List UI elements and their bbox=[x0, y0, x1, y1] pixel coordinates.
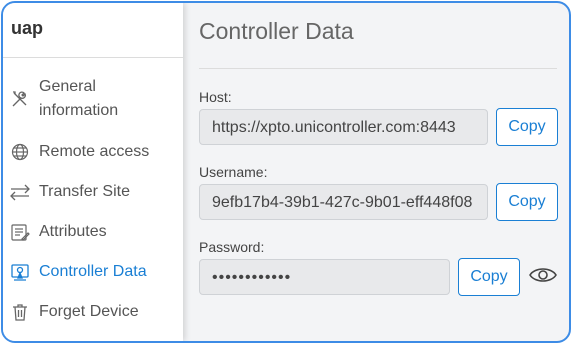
sidebar-item-label: Remote access bbox=[39, 143, 150, 160]
sidebar-item-label: Controller Data bbox=[39, 263, 147, 280]
username-label: Username: bbox=[199, 164, 268, 180]
copy-password-button[interactable]: Copy bbox=[458, 258, 520, 296]
username-field[interactable]: 9efb17b4-39b1-427c-9b01-eff448f08 bbox=[199, 184, 488, 220]
transfer-arrows-icon bbox=[9, 181, 31, 203]
window-frame: uap General information Remote access Tr… bbox=[1, 1, 571, 343]
sidebar-item-transfer-site[interactable]: Transfer Site bbox=[3, 180, 183, 204]
sidebar-item-label: General information bbox=[39, 78, 119, 119]
password-label: Password: bbox=[199, 239, 265, 255]
eye-icon[interactable] bbox=[529, 265, 557, 290]
host-field[interactable]: https://xpto.unicontroller.com:8443 bbox=[199, 109, 488, 145]
copy-username-button[interactable]: Copy bbox=[496, 183, 558, 221]
sidebar-item-attributes[interactable]: Attributes bbox=[3, 220, 183, 244]
title-divider bbox=[199, 68, 557, 69]
page-title: Controller Data bbox=[199, 18, 354, 44]
list-edit-icon bbox=[9, 221, 31, 243]
sidebar-item-label: Transfer Site bbox=[39, 183, 130, 200]
device-name: uap bbox=[11, 18, 44, 38]
sidebar-item-remote-access[interactable]: Remote access bbox=[3, 140, 183, 164]
sidebar-divider bbox=[3, 57, 183, 58]
sidebar-item-controller-data[interactable]: Controller Data bbox=[3, 260, 183, 284]
host-label: Host: bbox=[199, 89, 232, 105]
trash-icon bbox=[9, 301, 31, 323]
globe-icon bbox=[9, 141, 31, 163]
sidebar-item-general-information[interactable]: General information bbox=[3, 75, 183, 123]
tools-icon bbox=[9, 88, 31, 110]
sidebar-item-forget-device[interactable]: Forget Device bbox=[3, 300, 183, 324]
sidebar: uap General information Remote access Tr… bbox=[3, 3, 183, 341]
main-panel: Controller Data Host: https://xpto.unico… bbox=[199, 3, 569, 341]
sidebar-item-label: Attributes bbox=[39, 223, 107, 240]
copy-host-button[interactable]: Copy bbox=[496, 108, 558, 146]
controller-icon bbox=[9, 261, 31, 283]
password-field[interactable]: •••••••••••• bbox=[199, 259, 450, 295]
sidebar-item-label: Forget Device bbox=[39, 303, 139, 320]
